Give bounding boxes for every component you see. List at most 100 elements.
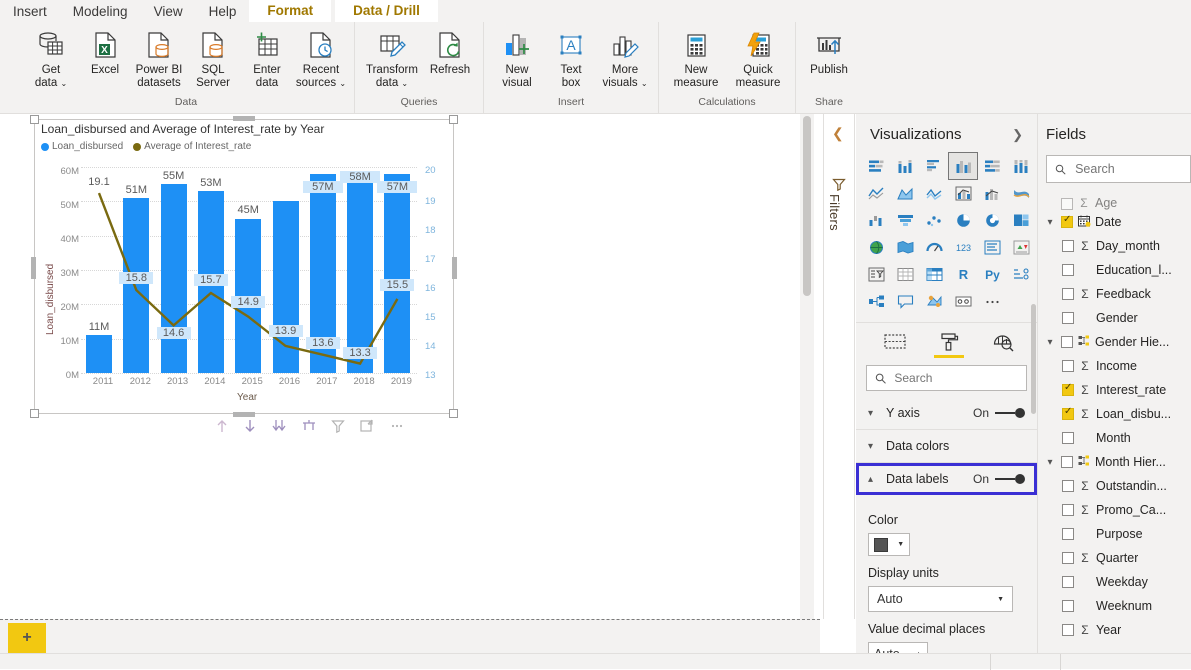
multi-row-card-icon[interactable] [978,234,1006,260]
visualizations-pane-tabs[interactable] [856,322,1037,359]
more-options-icon[interactable] [389,418,405,437]
display-units-select[interactable]: Auto ▼ [868,586,1013,612]
decomposition-tree-icon[interactable] [862,288,890,314]
field-item-purpose[interactable]: Purpose [1038,522,1191,546]
sql-server-button[interactable]: SQL Server [186,26,240,89]
resize-handle-top-right[interactable] [449,115,458,124]
field-item-interest-rate[interactable]: Σ Interest_rate [1038,378,1191,402]
card-icon[interactable]: 123 [949,234,977,260]
y-axis-toggle[interactable]: On [973,406,1025,420]
field-checkbox[interactable] [1062,406,1074,420]
new-measure-button[interactable]: New measure [665,26,727,89]
expand-all-icon[interactable] [271,418,287,437]
legend-item-interest-rate[interactable]: Average of Interest_rate [133,141,251,152]
visual-toolbar[interactable] [215,414,430,440]
field-item-loan-disbursed[interactable]: Σ Loan_disbu... [1038,402,1191,426]
bar-2019[interactable] [384,177,411,373]
chevron-down-icon[interactable]: ▾ [1044,457,1056,468]
donut-chart-icon[interactable] [978,207,1006,233]
key-influencers-icon[interactable] [1007,261,1035,287]
arcgis-maps-icon[interactable] [920,288,948,314]
chevron-left-icon[interactable]: ❮ [832,125,844,142]
ribbon-tab-help[interactable]: Help [196,2,250,22]
bar-2018[interactable] [347,173,374,373]
field-checkbox[interactable] [1062,576,1074,588]
get-data-button[interactable]: Get data ⌄ [24,26,78,90]
drill-mode-icon[interactable] [301,418,317,437]
field-checkbox[interactable] [1062,288,1074,300]
field-checkbox[interactable] [1062,552,1074,564]
clustered-bar-chart-icon[interactable] [920,153,948,179]
field-checkbox[interactable] [1062,600,1074,612]
chevron-down-icon[interactable]: ▾ [1044,217,1056,228]
bar-2011[interactable] [86,335,112,373]
chart-legend[interactable]: Loan_disbursed Average of Interest_rate [41,141,251,152]
more-visuals-button[interactable]: More visuals ⌄ [598,26,652,90]
field-checkbox[interactable] [1062,528,1074,540]
scatter-chart-icon[interactable] [920,207,948,233]
chevron-right-icon[interactable]: ❯ [1012,127,1023,143]
format-search-box[interactable] [866,365,1027,391]
canvas-vertical-scrollbar[interactable] [800,114,814,619]
field-checkbox[interactable] [1062,382,1074,396]
clustered-column-chart-icon[interactable] [948,152,978,180]
transform-data-button[interactable]: Transform data ⌄ [361,26,423,90]
format-pane-scrollbar[interactable] [1031,304,1036,414]
treemap-icon[interactable] [1007,207,1035,233]
fields-list[interactable]: Σ Age ▾ Date Σ [1038,194,1191,649]
field-checkbox[interactable] [1061,198,1073,210]
resize-handle-bottom[interactable] [233,412,255,417]
field-item-income[interactable]: Σ Income [1038,354,1191,378]
field-item-promo-campaign[interactable]: Σ Promo_Ca... [1038,498,1191,522]
field-checkbox[interactable] [1061,456,1073,468]
field-checkbox[interactable] [1062,480,1074,492]
map-icon[interactable] [862,234,890,260]
new-visual-button[interactable]: New visual [490,26,544,89]
resize-handle-top[interactable] [233,116,255,121]
field-item-weekday[interactable]: Weekday [1038,570,1191,594]
field-checkbox[interactable] [1062,624,1074,636]
line-and-clustered-column-chart-icon[interactable] [978,180,1006,206]
bar-2013[interactable] [160,184,187,373]
drill-down-icon[interactable] [243,418,257,437]
format-search-input[interactable] [892,370,1018,386]
field-checkbox[interactable] [1062,240,1074,252]
waterfall-chart-icon[interactable] [862,207,890,233]
drill-up-icon[interactable] [215,418,229,437]
filled-map-icon[interactable] [891,234,919,260]
format-tab[interactable] [932,331,966,359]
funnel-chart-icon[interactable] [891,207,919,233]
chevron-down-icon[interactable]: ▼ [997,596,1004,603]
stacked-column-chart-icon[interactable] [891,153,919,179]
bar-2016[interactable] [272,201,299,373]
combo-chart-visual[interactable]: Loan_disbursed and Average of Interest_r… [30,115,458,418]
format-section-data-colors[interactable]: ▾ Data colors [856,430,1037,463]
refresh-button[interactable]: Refresh [423,26,477,77]
data-labels-toggle[interactable]: On [973,472,1025,486]
pie-chart-icon[interactable] [949,207,977,233]
field-checkbox[interactable] [1062,264,1074,276]
field-item-month[interactable]: Month [1038,426,1191,450]
fields-tab[interactable] [878,331,912,359]
chevron-down-icon[interactable]: ▾ [1044,337,1056,348]
field-checkbox[interactable] [1062,312,1074,324]
enter-data-button[interactable]: Enter data [240,26,294,89]
field-item-weeknum[interactable]: Weeknum [1038,594,1191,618]
toggle-switch-icon[interactable] [995,474,1025,484]
field-checkbox[interactable] [1062,504,1074,516]
color-picker[interactable]: ▼ [868,533,910,556]
matrix-icon[interactable] [920,261,948,287]
fields-search-input[interactable] [1073,161,1182,177]
field-item-day-month[interactable]: Σ Day_month [1038,234,1191,258]
ribbon-tab-modeling[interactable]: Modeling [60,2,141,22]
100-stacked-bar-chart-icon[interactable] [978,153,1006,179]
fields-search-box[interactable] [1046,155,1191,183]
resize-handle-right[interactable] [452,257,457,279]
recent-sources-button[interactable]: Recent sources ⌄ [294,26,348,90]
chart-plot-area[interactable]: 11M 51M 55M 53M 45M 57M 58M 57M 19.1 15.… [81,167,418,374]
line-and-stacked-column-chart-icon[interactable] [949,180,977,206]
filter-icon[interactable] [331,418,345,437]
stacked-bar-chart-icon[interactable] [862,153,890,179]
resize-handle-bottom-left[interactable] [30,409,39,418]
excel-button[interactable]: X Excel [78,26,132,77]
